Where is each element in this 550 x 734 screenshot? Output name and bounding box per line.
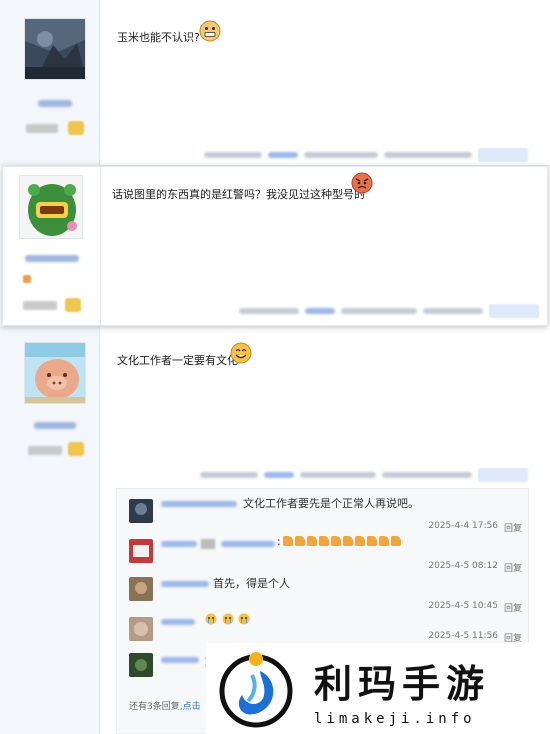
sub-comment-text: 首先，得是个人 <box>213 577 290 590</box>
watermark-subtitle: limakeji.info <box>314 711 476 727</box>
watermark: 利玛手游 limakeji.info <box>206 643 550 734</box>
sub-avatar[interactable] <box>129 499 153 523</box>
report-link[interactable] <box>305 308 335 314</box>
post-meta-time <box>384 152 472 158</box>
sub-comment-time: 2025-4-5 11:56 <box>428 631 498 641</box>
vip-icon <box>23 275 31 283</box>
post-content: 文化工作者一定要有文化 <box>117 354 238 367</box>
cry-emoji-icons <box>205 613 250 628</box>
report-link[interactable] <box>268 152 298 158</box>
author-name[interactable] <box>34 422 76 429</box>
sub-avatar[interactable] <box>129 539 153 563</box>
more-replies: 还有3条回复,点击 <box>129 699 201 712</box>
smile-emoji-icon <box>230 342 252 364</box>
post-meta-floor <box>304 152 378 158</box>
thumbs-up-icon <box>307 536 317 546</box>
level-badge <box>26 124 58 133</box>
post-meta-floor <box>341 308 417 314</box>
post-meta-floor <box>300 472 376 478</box>
cry-emoji-icon <box>238 613 250 625</box>
post-2: 话说图里的东西真的是红警吗？我没见过这种型号的 <box>2 166 548 326</box>
medal-icon <box>65 298 81 312</box>
sub-author-name[interactable] <box>161 619 195 625</box>
thumbs-up-icon <box>295 536 305 546</box>
thumbs-up-icon <box>379 536 389 546</box>
sub-author-name[interactable] <box>161 581 209 587</box>
brand-logo-icon <box>219 652 293 728</box>
sub-reply-button[interactable]: 回复 <box>504 521 522 534</box>
level-badge <box>28 446 62 455</box>
avatar[interactable] <box>19 175 83 239</box>
author-name[interactable] <box>25 255 79 262</box>
sub-avatar[interactable] <box>129 653 153 677</box>
author-name[interactable] <box>38 100 72 107</box>
sub-comment-text: : <box>277 535 281 548</box>
author-sidebar <box>0 326 100 734</box>
author-sidebar <box>0 0 100 166</box>
thumbs-up-icon <box>319 536 329 546</box>
angry-emoji-icon <box>351 172 373 194</box>
avatar[interactable] <box>24 342 86 404</box>
sub-comment: 文化工作者要先是个正常人再说吧。 2025-4-4 17:56 回复 <box>117 495 528 535</box>
sub-comment-time: 2025-4-4 17:56 <box>428 521 498 531</box>
post-content: 话说图里的东西真的是红警吗？我没见过这种型号的 <box>112 188 365 201</box>
sub-avatar[interactable] <box>129 617 153 641</box>
sub-comment: : 2025-4-5 08:12 回复 <box>117 535 528 575</box>
sub-comment: 首先，得是个人 2025-4-5 10:45 回复 <box>117 575 528 615</box>
cry-emoji-icon <box>205 613 217 625</box>
sub-author-name[interactable] <box>161 657 199 663</box>
thumbs-up-icon <box>391 536 401 546</box>
avatar[interactable] <box>24 18 86 80</box>
report-link[interactable] <box>264 472 294 478</box>
sub-author-name[interactable] <box>161 501 237 507</box>
post-content: 玉米也能不认识? <box>117 31 200 44</box>
post-meta-time <box>423 308 483 314</box>
thumbs-up-icon <box>367 536 377 546</box>
medal-icon <box>68 121 84 135</box>
sub-comment-text: 文化工作者要先是个正常人再说吧。 <box>243 497 419 510</box>
post-1: 玉米也能不认识? <box>0 0 550 166</box>
reply-target-name[interactable] <box>221 541 275 547</box>
grimace-emoji-icon <box>199 20 221 42</box>
sub-comment-time: 2025-4-5 10:45 <box>428 601 498 611</box>
thumbs-up-icon <box>355 536 365 546</box>
post-meta-time <box>382 472 472 478</box>
badge-icon <box>201 539 215 549</box>
watermark-title: 利玛手游 <box>314 662 491 706</box>
thread-page: 玉米也能不认识? 话说图里的东西真的是红警吗？我没见过这种型号的 文化工作者一定… <box>0 0 550 734</box>
author-sidebar <box>3 167 101 325</box>
sub-avatar[interactable] <box>129 577 153 601</box>
thumbs-up-icons <box>283 536 403 549</box>
post-meta-client <box>239 308 299 314</box>
sub-author-name[interactable] <box>161 541 197 547</box>
more-replies-count: 还有3条回复, <box>129 702 183 712</box>
thumbs-up-icon <box>343 536 353 546</box>
cry-emoji-icon <box>222 613 233 625</box>
sub-comment-time: 2025-4-5 08:12 <box>428 561 498 571</box>
post-meta-client <box>204 152 262 158</box>
level-badge <box>23 301 57 310</box>
medal-icon <box>68 442 84 456</box>
expand-replies-link[interactable]: 点击 <box>183 702 201 712</box>
thumbs-up-icon <box>283 536 293 546</box>
reply-button[interactable] <box>478 468 528 482</box>
post-meta-client <box>200 472 258 478</box>
reply-button[interactable] <box>478 148 528 162</box>
reply-button[interactable] <box>489 304 539 318</box>
sub-reply-button[interactable]: 回复 <box>504 561 522 574</box>
thumbs-up-icon <box>331 536 341 546</box>
